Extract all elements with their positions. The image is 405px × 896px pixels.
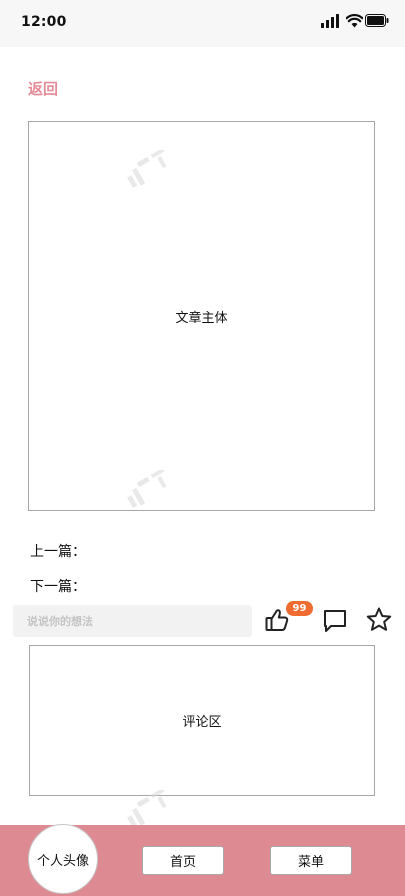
watermark-logo [127, 150, 167, 188]
status-bar: 12:00 [0, 0, 405, 47]
back-link[interactable]: 返回 [28, 78, 58, 99]
prev-article-link[interactable]: 上一篇： [30, 541, 86, 561]
watermark-logo [127, 790, 167, 828]
home-button-label: 首页 [169, 855, 196, 870]
article-body: 文章主体 [28, 121, 375, 511]
comment-icon[interactable] [320, 605, 350, 635]
comments-placeholder-text: 评论区 [182, 715, 222, 730]
signal-icon [321, 14, 339, 28]
star-icon[interactable] [364, 605, 394, 635]
next-article-link[interactable]: 下一篇： [30, 576, 86, 596]
battery-icon [365, 14, 389, 27]
avatar[interactable]: 个人头像 [28, 824, 98, 894]
menu-button-label: 菜单 [297, 855, 324, 870]
article-placeholder-text: 文章主体 [175, 310, 228, 326]
menu-button[interactable]: 菜单 [270, 846, 352, 875]
watermark-logo [127, 470, 167, 508]
comment-input[interactable] [13, 605, 252, 637]
comments-section: 评论区 [29, 645, 375, 796]
wifi-icon [346, 14, 363, 28]
home-button[interactable]: 首页 [142, 846, 224, 875]
like-count-badge: 99 [286, 601, 313, 616]
status-time: 12:00 [21, 14, 67, 30]
avatar-label: 个人头像 [36, 853, 89, 869]
